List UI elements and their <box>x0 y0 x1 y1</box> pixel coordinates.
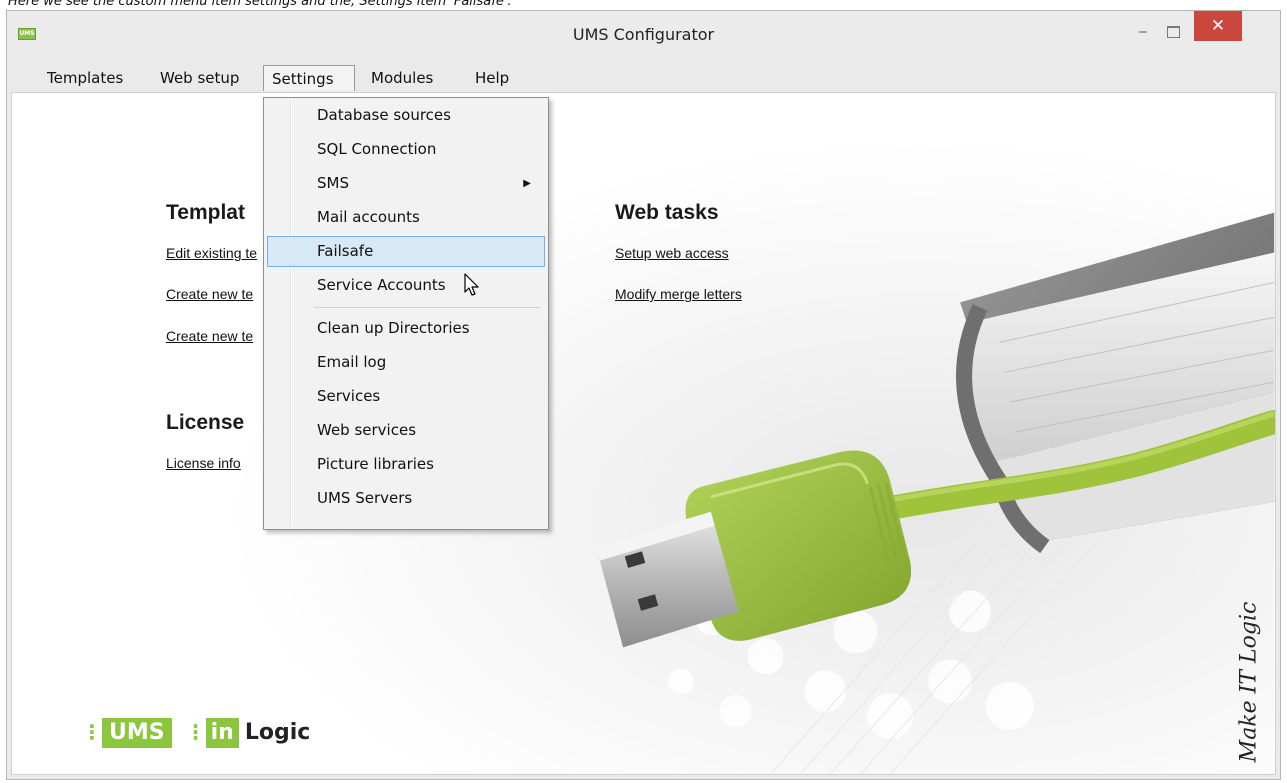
submenu-arrow-icon: ▶ <box>523 178 531 189</box>
menu-item-failsafe[interactable]: Failsafe <box>267 236 545 267</box>
window-title: UMS Configurator <box>572 25 715 44</box>
menu-help[interactable]: Help <box>467 65 517 91</box>
settings-dropdown-menu: Database sources SQL Connection SMS ▶ Ma… <box>263 97 549 530</box>
templates-heading: Templat <box>166 201 245 224</box>
create-new-template-link[interactable]: Create new te <box>166 286 253 302</box>
make-it-logic-tagline: Make IT Logic <box>1236 601 1262 763</box>
menu-bar: Templates Web setup Settings Modules Hel… <box>7 62 1280 92</box>
edit-existing-template-link[interactable]: Edit existing te <box>166 245 257 261</box>
menu-item-ums-servers[interactable]: UMS Servers <box>267 483 545 514</box>
menu-item-database-sources[interactable]: Database sources <box>267 100 545 131</box>
minimize-button[interactable]: ‒ <box>1130 19 1156 45</box>
menu-item-services[interactable]: Services <box>267 381 545 412</box>
menu-modules[interactable]: Modules <box>363 65 441 91</box>
app-window: UMS UMS Configurator ‒ ✕ Templates Web s… <box>6 10 1281 780</box>
menu-templates[interactable]: Templates <box>39 65 131 91</box>
menu-item-web-services[interactable]: Web services <box>267 415 545 446</box>
create-new-template-link-2[interactable]: Create new te <box>166 328 253 344</box>
menu-settings[interactable]: Settings <box>263 65 355 91</box>
menu-separator <box>314 307 540 308</box>
web-tasks-heading: Web tasks <box>615 201 719 224</box>
menu-item-email-log[interactable]: Email log <box>267 347 545 378</box>
maximize-button[interactable] <box>1156 19 1190 45</box>
menu-item-sms[interactable]: SMS ▶ <box>267 168 545 199</box>
left-content: Templat Edit existing te Create new te C… <box>12 93 272 774</box>
menu-item-sql-connection[interactable]: SQL Connection <box>267 134 545 165</box>
license-info-link[interactable]: License info <box>166 455 241 471</box>
close-button[interactable]: ✕ <box>1194 11 1242 41</box>
menu-item-sms-label: SMS <box>317 174 349 192</box>
license-heading: License <box>166 411 245 434</box>
modify-merge-letters-link[interactable]: Modify merge letters <box>615 286 742 302</box>
maximize-icon <box>1166 26 1180 38</box>
menu-item-picture-libraries[interactable]: Picture libraries <box>267 449 545 480</box>
menu-web-setup[interactable]: Web setup <box>152 65 247 91</box>
mouse-pointer-icon <box>464 273 479 296</box>
menu-item-service-accounts[interactable]: Service Accounts <box>267 270 545 301</box>
title-bar[interactable]: UMS UMS Configurator ‒ ✕ <box>7 11 1280 62</box>
menu-item-mail-accounts[interactable]: Mail accounts <box>267 202 545 233</box>
menu-item-clean-up-directories[interactable]: Clean up Directories <box>267 313 545 344</box>
ums-inlogic-logo: ⋮ UMS ⋮ in Logic <box>82 718 310 754</box>
setup-web-access-link[interactable]: Setup web access <box>615 245 729 261</box>
main-panel: Templat Edit existing te Create new te C… <box>11 92 1276 775</box>
